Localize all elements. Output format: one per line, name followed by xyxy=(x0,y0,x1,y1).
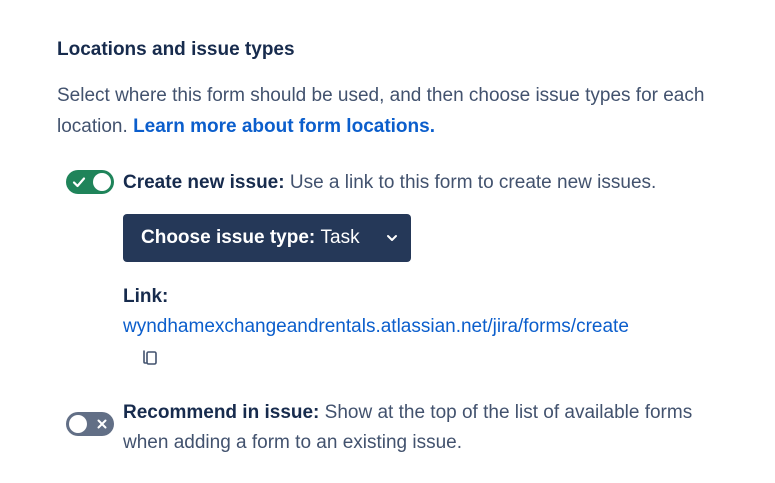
copy-icon[interactable] xyxy=(140,346,162,368)
recommend-issue-row: Recommend in issue: Show at the top of t… xyxy=(66,398,756,458)
create-issue-label: Create new issue: xyxy=(123,172,285,193)
recommend-issue-label: Recommend in issue: xyxy=(123,402,320,423)
recommend-issue-toggle[interactable] xyxy=(66,412,114,436)
section-heading: Locations and issue types xyxy=(57,39,295,60)
create-issue-text: Create new issue: Use a link to this for… xyxy=(123,168,656,198)
chevron-down-icon xyxy=(387,235,397,241)
create-issue-row: Create new issue: Use a link to this for… xyxy=(66,168,756,198)
issue-type-dropdown[interactable]: Choose issue type: Task xyxy=(123,214,411,262)
toggle-knob xyxy=(93,173,111,191)
dropdown-label: Choose issue type: xyxy=(141,227,316,248)
create-issue-toggle[interactable] xyxy=(66,170,114,194)
cross-icon xyxy=(93,415,111,433)
dropdown-value: Task xyxy=(320,227,360,248)
recommend-issue-text: Recommend in issue: Show at the top of t… xyxy=(123,398,703,458)
create-issue-description: Use a link to this form to create new is… xyxy=(289,172,657,193)
link-label: Link: xyxy=(123,286,169,307)
check-icon xyxy=(70,173,88,191)
section-description: Select where this form should be used, a… xyxy=(57,80,757,142)
toggle-knob xyxy=(69,415,87,433)
form-link-url[interactable]: wyndhamexchangeandrentals.atlassian.net/… xyxy=(123,313,629,341)
learn-more-link[interactable]: Learn more about form locations. xyxy=(133,116,435,137)
locations-section: Locations and issue types Select where t… xyxy=(57,36,757,142)
